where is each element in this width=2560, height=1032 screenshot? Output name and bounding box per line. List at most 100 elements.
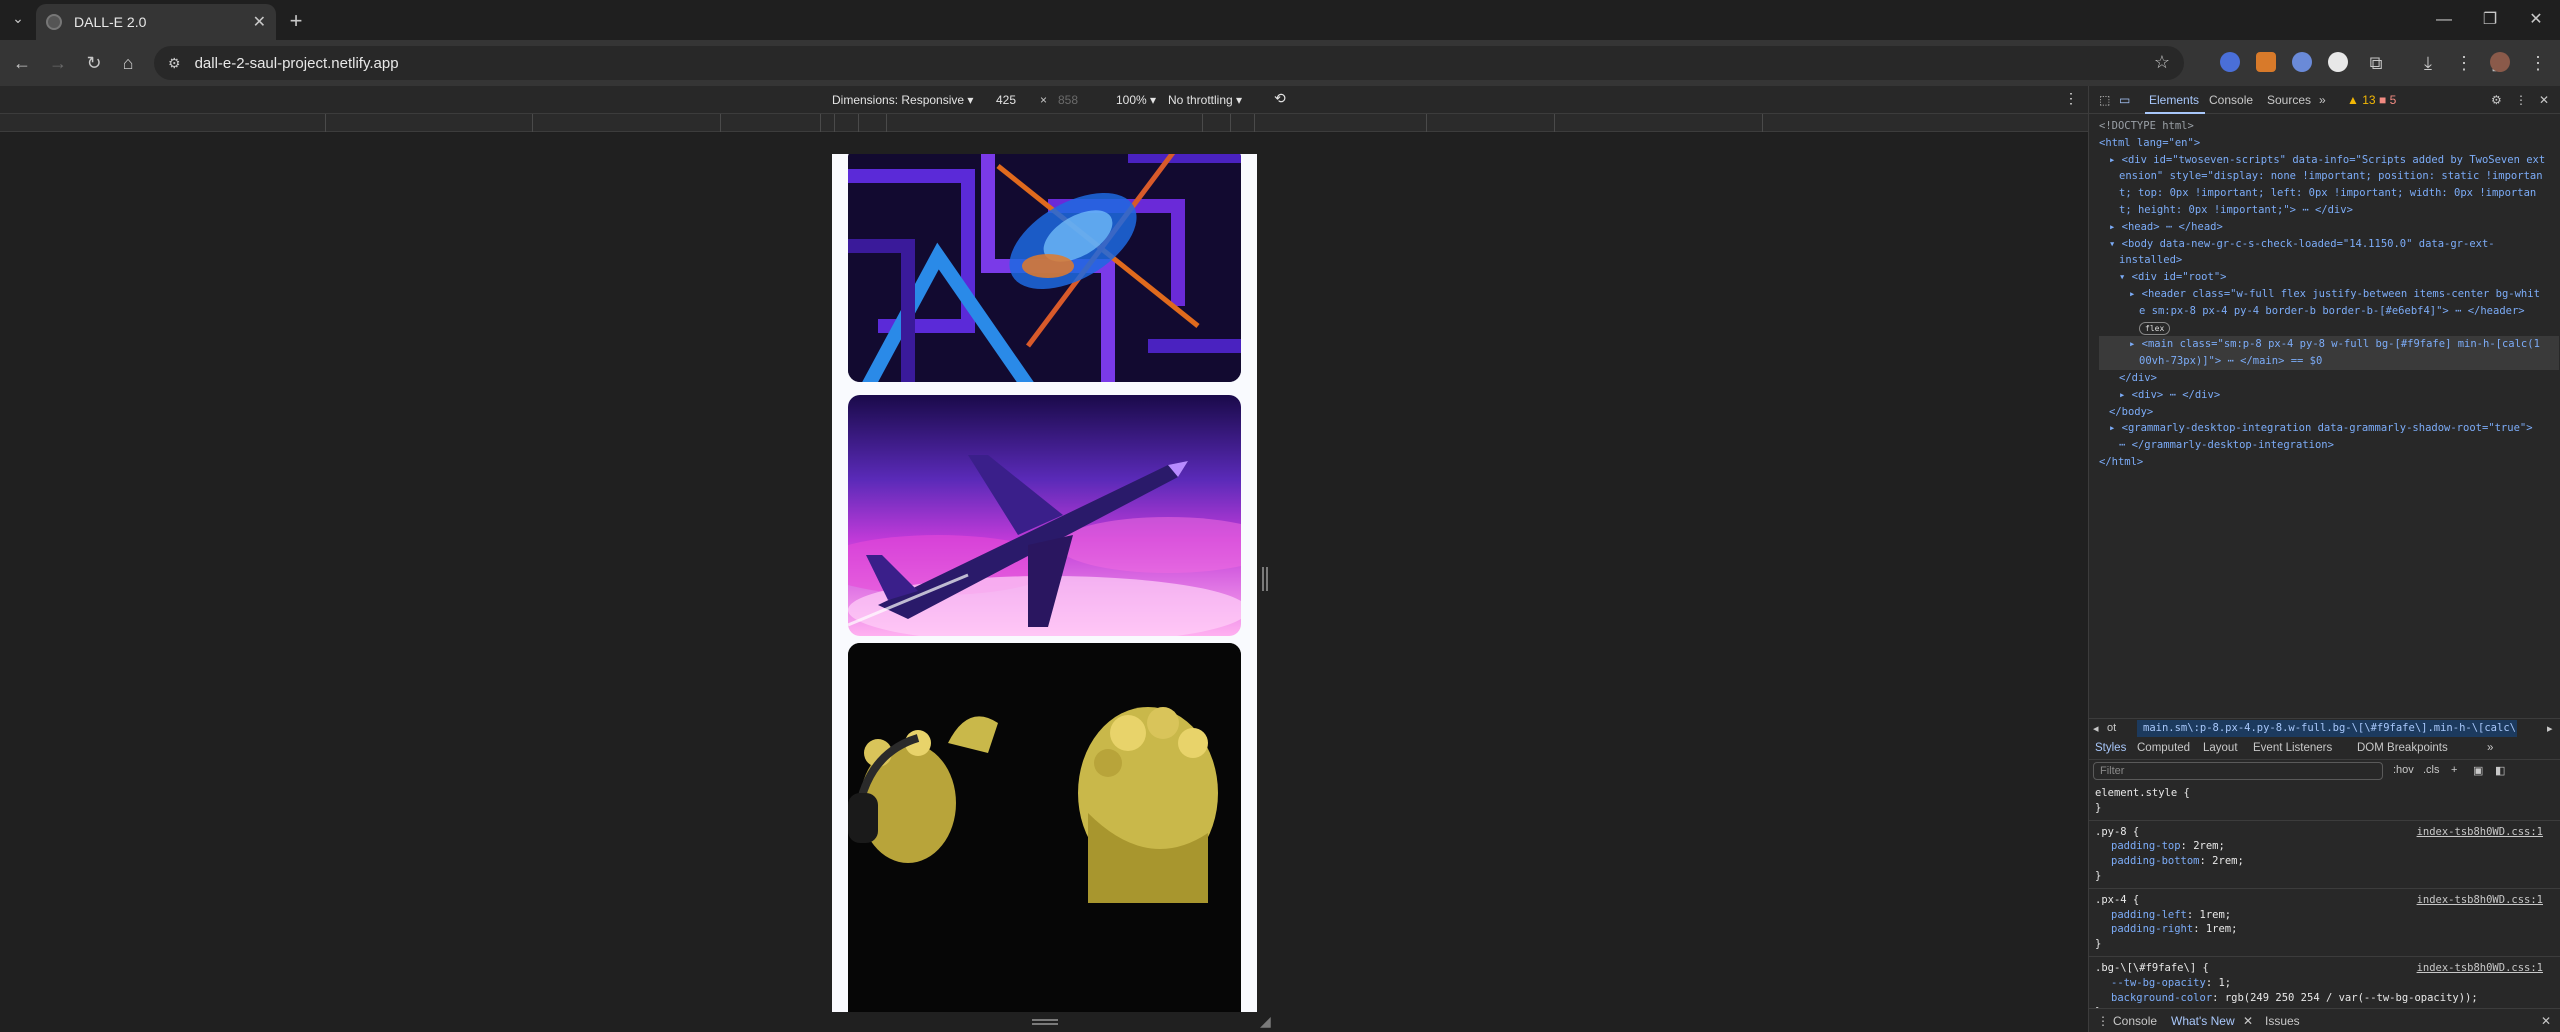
cls-toggle[interactable]: .cls <box>2423 764 2440 776</box>
dom-tree-line[interactable]: <!DOCTYPE html> <box>2099 118 2559 135</box>
style-property-name[interactable]: padding-top <box>2111 840 2181 852</box>
breadcrumb-prefix[interactable]: ot <box>2107 722 2116 734</box>
viewport-resize-corner-icon[interactable]: ◢ <box>1260 1013 1271 1030</box>
extensions-icon[interactable]: ⧉ <box>2364 51 2388 75</box>
dom-tree-line[interactable]: ▸ <div id="twoseven-scripts" data-info="… <box>2099 152 2559 169</box>
errors-badge[interactable]: ■ 5 <box>2379 93 2396 107</box>
restore-button[interactable]: ❐ <box>2470 8 2510 32</box>
close-devtools-icon[interactable]: ✕ <box>2539 93 2549 107</box>
close-window-button[interactable]: ✕ <box>2516 8 2556 32</box>
tab-console[interactable]: Console <box>2209 93 2253 107</box>
styles-rules-list[interactable]: element.style {} .py-8 {index-tsb8h0WD.cs… <box>2089 786 2560 1020</box>
device-toggle-icon[interactable]: ▭ <box>2119 93 2130 107</box>
throttling-dropdown[interactable]: No throttling ▾ <box>1168 93 1242 107</box>
style-property-name[interactable]: background-color <box>2111 992 2212 1004</box>
style-property[interactable]: padding-right: 1rem; <box>2095 922 2560 937</box>
style-rule-selector[interactable]: element.style { <box>2095 786 2560 801</box>
dom-tree-line[interactable]: installed> <box>2099 252 2559 269</box>
chrome-menu-icon[interactable]: ⋮ <box>2526 51 2550 75</box>
close-whats-new-icon[interactable]: ✕ <box>2243 1014 2253 1028</box>
dom-tree-line[interactable]: ▸ <grammarly-desktop-integration data-gr… <box>2099 420 2559 437</box>
style-property-value[interactable]: 1; <box>2218 977 2231 989</box>
new-tab-button[interactable]: + <box>282 8 310 36</box>
dom-tree-line[interactable]: ⋯ </grammarly-desktop-integration> <box>2099 437 2559 454</box>
devtools-more-icon[interactable]: ⋮ <box>2515 93 2527 107</box>
zoom-dropdown[interactable]: 100% ▾ <box>1116 93 1156 107</box>
close-drawer-icon[interactable]: ✕ <box>2541 1014 2551 1028</box>
settings-gear-icon[interactable]: ⚙ <box>2491 93 2502 107</box>
hov-toggle[interactable]: :hov <box>2393 764 2414 776</box>
style-property-name[interactable]: padding-left <box>2111 909 2187 921</box>
style-property-value[interactable]: 1rem; <box>2200 909 2232 921</box>
tab-elements[interactable]: Elements <box>2149 93 2199 107</box>
style-property[interactable]: --tw-bg-opacity: 1; <box>2095 976 2560 991</box>
dom-tree-line[interactable]: t; top: 0px !important; left: 0px !impor… <box>2099 185 2559 202</box>
style-rule[interactable]: element.style {} <box>2089 786 2560 816</box>
style-property[interactable]: padding-bottom: 2rem; <box>2095 854 2560 869</box>
dom-tree-line[interactable]: ▾ <div id="root"> <box>2099 269 2559 286</box>
reload-icon[interactable]: ↻ <box>82 51 106 75</box>
dimensions-dropdown[interactable]: Dimensions: Responsive ▾ <box>832 93 973 107</box>
style-property-value[interactable]: rgb(249 250 254 / var(--tw-bg-opacity)); <box>2225 992 2478 1004</box>
new-style-rule-icon[interactable]: + <box>2451 764 2457 776</box>
style-property-name[interactable]: padding-right <box>2111 923 2193 935</box>
drawer-menu-icon[interactable]: ⋮ <box>2097 1014 2109 1028</box>
home-icon[interactable]: ⌂ <box>116 51 140 75</box>
image-card[interactable] <box>848 643 1241 1012</box>
emulated-device-viewport[interactable] <box>832 154 1257 1012</box>
style-property-value[interactable]: 2rem; <box>2193 840 2225 852</box>
dom-tree-line[interactable]: ▸ <head> ⋯ </head> <box>2099 219 2559 236</box>
more-tabs-icon[interactable]: » <box>2319 93 2326 107</box>
rotate-icon[interactable]: ⟲ <box>1274 90 1286 107</box>
breadcrumb-scroll-left-icon[interactable]: ◂ <box>2093 722 2099 735</box>
image-card[interactable] <box>848 395 1241 636</box>
tab-event-listeners[interactable]: Event Listeners <box>2253 742 2332 754</box>
dom-tree-line[interactable]: <html lang="en"> <box>2099 135 2559 152</box>
styles-filter-input[interactable]: Filter <box>2093 762 2383 780</box>
style-property[interactable]: padding-top: 2rem; <box>2095 839 2560 854</box>
dom-tree-line[interactable]: </html> <box>2099 454 2559 471</box>
drawer-tab-issues[interactable]: Issues <box>2265 1014 2300 1028</box>
site-info-icon[interactable]: ⚙ <box>168 55 181 72</box>
width-input[interactable]: 425 <box>996 93 1016 107</box>
tab-layout[interactable]: Layout <box>2203 742 2238 754</box>
dom-tree-line[interactable]: ension" style="display: none !important;… <box>2099 168 2559 185</box>
style-rule-source-link[interactable]: index-tsb8h0WD.css:1 <box>2417 961 2543 976</box>
viewport-resize-handle-right[interactable] <box>1262 567 1268 591</box>
tab-styles[interactable]: Styles <box>2095 742 2126 754</box>
address-bar[interactable]: ⚙ dall-e-2-saul-project.netlify.app ☆ <box>154 46 2184 80</box>
drawer-tab-whats-new[interactable]: What's New <box>2171 1014 2235 1028</box>
dom-tree-line[interactable]: flex <box>2099 320 2559 337</box>
tab-computed[interactable]: Computed <box>2137 742 2190 754</box>
tab-sources[interactable]: Sources <box>2267 93 2311 107</box>
extension-icon[interactable] <box>2220 52 2240 72</box>
style-property[interactable]: background-color: rgb(249 250 254 / var(… <box>2095 991 2560 1006</box>
warnings-badge[interactable]: ▲ 13 <box>2347 93 2376 107</box>
dom-tree[interactable]: <!DOCTYPE html> <html lang="en"> ▸ <div id… <box>2099 118 2559 471</box>
flex-badge[interactable]: flex <box>2139 321 2171 335</box>
tab-dom-breakpoints[interactable]: DOM Breakpoints <box>2357 742 2448 754</box>
download-icon[interactable]: ⤓ <box>2416 51 2440 75</box>
breadcrumb-selected[interactable]: main.sm\:p-8.px-4.py-8.w-full.bg-\[\#f9f… <box>2137 720 2517 737</box>
minimize-button[interactable]: — <box>2424 8 2464 32</box>
dom-tree-line[interactable]: </div> <box>2099 370 2559 387</box>
image-card[interactable] <box>848 154 1241 382</box>
inspect-element-icon[interactable]: ⬚ <box>2099 93 2110 107</box>
forward-icon[interactable]: → <box>46 51 70 75</box>
style-rule-source-link[interactable]: index-tsb8h0WD.css:1 <box>2417 825 2543 840</box>
dom-tree-line[interactable]: </body> <box>2099 404 2559 421</box>
dom-tree-line[interactable]: ▸ <main class="sm:p-8 px-4 py-8 w-full b… <box>2099 336 2559 354</box>
dom-tree-line[interactable]: ▸ <header class="w-full flex justify-bet… <box>2099 286 2559 303</box>
dom-tree-line[interactable]: e sm:px-8 px-4 py-4 border-b border-b-[#… <box>2099 303 2559 320</box>
viewport-resize-handle-bottom[interactable] <box>1032 1019 1058 1025</box>
style-property-value[interactable]: 1rem; <box>2206 923 2238 935</box>
element-state-icon[interactable]: ▣ <box>2473 764 2483 777</box>
device-toolbar-more-icon[interactable]: ⋮ <box>2064 90 2078 107</box>
breadcrumb-scroll-right-icon[interactable]: ▸ <box>2547 722 2553 735</box>
height-input[interactable]: 858 <box>1058 93 1078 107</box>
dom-tree-line[interactable]: 00vh-73px)]"> ⋯ </main> == $0 <box>2099 353 2559 370</box>
style-property-name[interactable]: padding-bottom <box>2111 855 2200 867</box>
bookmark-star-icon[interactable]: ☆ <box>2154 52 2170 73</box>
menu-kebab-icon[interactable]: ⋮ <box>2452 51 2476 75</box>
extension-icon[interactable] <box>2292 52 2312 72</box>
